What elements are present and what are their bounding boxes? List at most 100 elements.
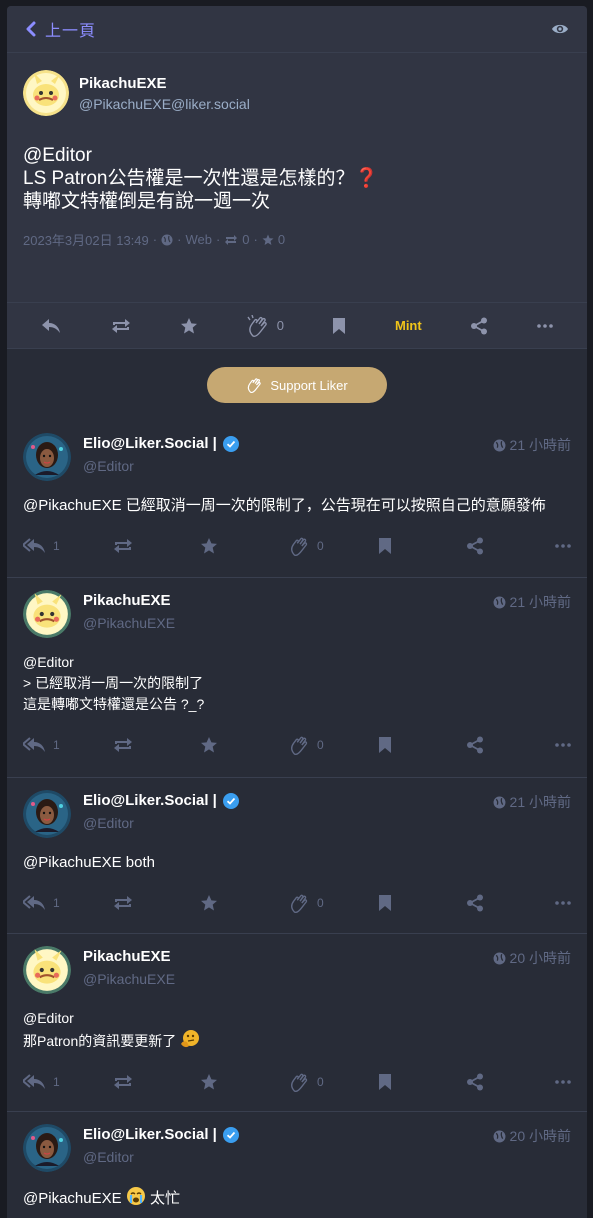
thread-column: 上一頁 PikachuEXE @PikachuEXE@liker.social …	[7, 6, 587, 1218]
display-name[interactable]: Elio@Liker.Social |	[83, 1126, 239, 1143]
status-action-bar: 1 0	[23, 526, 571, 566]
more-button[interactable]	[555, 544, 571, 548]
boost-button[interactable]	[112, 538, 201, 554]
favourite-button[interactable]	[200, 537, 289, 555]
bookmark-button[interactable]	[378, 736, 467, 754]
avatar[interactable]	[23, 433, 71, 481]
bookmark-button[interactable]	[378, 537, 467, 555]
favourite-button[interactable]	[200, 736, 289, 754]
clap-button[interactable]: 0	[289, 1072, 378, 1092]
globe-icon	[493, 596, 505, 608]
content-mention[interactable]: @Editor	[23, 144, 571, 167]
clap-count: 0	[317, 1075, 324, 1089]
star-icon	[181, 317, 198, 333]
support-liker-button[interactable]: Support Liker	[207, 367, 387, 403]
reply-count: 1	[53, 738, 60, 752]
favourite-button[interactable]	[200, 1073, 289, 1091]
reply-count: 1	[53, 896, 60, 910]
focused-action-bar: 0 Mint	[7, 302, 587, 349]
reply-all-icon	[23, 737, 45, 752]
share-icon	[467, 894, 484, 912]
clap-icon	[291, 1073, 308, 1092]
share-button[interactable]	[466, 1073, 555, 1091]
reply-button[interactable]: 1	[23, 895, 112, 911]
reply-button[interactable]	[41, 318, 61, 334]
clap-button[interactable]: 0	[289, 735, 378, 755]
bookmark-button[interactable]	[332, 317, 346, 335]
more-button[interactable]	[555, 743, 571, 747]
avatar[interactable]	[23, 590, 71, 638]
ellipsis-icon	[555, 1080, 571, 1084]
clap-button[interactable]: 0	[289, 893, 378, 913]
reply-all-icon	[23, 538, 45, 553]
boost-icon	[113, 539, 132, 553]
favourite-button[interactable]	[200, 894, 289, 912]
boost-icon	[225, 234, 238, 245]
status-time[interactable]: 21 小時前	[493, 435, 571, 455]
reply-button[interactable]: 1	[23, 737, 112, 753]
clap-icon	[248, 378, 262, 393]
username: @PikachuEXE	[83, 971, 176, 987]
fav-count: 0	[277, 232, 286, 247]
share-icon	[467, 537, 484, 555]
share-button[interactable]	[466, 736, 555, 754]
status-content: @Editor LS Patron公告權是一次性還是怎樣的？❓ 轉嘟文特權倒是有…	[23, 144, 571, 213]
mint-button[interactable]: Mint	[395, 318, 422, 333]
display-name[interactable]: Elio@Liker.Social |	[83, 792, 239, 809]
status-time[interactable]: 20 小時前	[493, 1126, 571, 1146]
separator: ·	[177, 232, 182, 247]
avatar[interactable]	[23, 946, 71, 994]
visibility-toggle[interactable]	[551, 22, 569, 36]
status-content: @PikachuEXE 太忙	[23, 1186, 571, 1209]
globe-icon	[493, 796, 505, 808]
display-name[interactable]: Elio@Liker.Social |	[83, 435, 239, 452]
reply-count: 1	[53, 539, 60, 553]
app-name: Web	[185, 232, 212, 247]
boost-button[interactable]	[112, 737, 201, 753]
more-button[interactable]	[555, 1080, 571, 1084]
share-button[interactable]	[470, 317, 488, 335]
share-button[interactable]	[466, 537, 555, 555]
avatar[interactable]	[23, 1124, 71, 1172]
support-label: Support Liker	[270, 377, 348, 393]
separator: ·	[215, 232, 221, 247]
star-icon	[201, 1074, 218, 1090]
reply-button[interactable]: 1	[23, 1074, 112, 1090]
thinking-emoji-icon	[181, 1030, 200, 1048]
boost-button[interactable]	[112, 1074, 201, 1090]
boost-button[interactable]	[112, 895, 201, 911]
question-emoji: ❓	[354, 168, 379, 189]
clap-button[interactable]: 0	[247, 314, 284, 337]
avatar[interactable]	[23, 790, 71, 838]
column-header: 上一頁	[7, 6, 587, 53]
verified-icon	[222, 792, 239, 809]
reply-status: Elio@Liker.Social | @Editor 20 小時前 @Pika…	[7, 1112, 587, 1218]
boost-button[interactable]	[110, 318, 132, 334]
focused-account[interactable]: PikachuEXE @PikachuEXE@liker.social	[23, 70, 571, 116]
more-button[interactable]	[555, 901, 571, 905]
clap-count: 0	[317, 896, 324, 910]
status-time[interactable]: 21 小時前	[493, 792, 571, 812]
display-name[interactable]: PikachuEXE	[79, 75, 250, 92]
star-icon	[262, 234, 274, 245]
bookmark-icon	[333, 317, 346, 334]
star-icon	[201, 895, 218, 911]
support-section: Support Liker	[7, 349, 587, 421]
status-date[interactable]: 2023年3月02日 13:49	[23, 230, 149, 249]
display-name[interactable]: PikachuEXE	[83, 948, 175, 965]
share-button[interactable]	[466, 894, 555, 912]
boost-icon	[113, 738, 132, 752]
status-time[interactable]: 20 小時前	[493, 948, 571, 968]
favourite-button[interactable]	[180, 317, 198, 335]
status-action-bar: 1 0	[23, 1062, 571, 1102]
avatar[interactable]	[23, 70, 69, 116]
more-button[interactable]	[536, 323, 553, 328]
status-time[interactable]: 21 小時前	[493, 592, 571, 612]
share-icon	[467, 1073, 484, 1091]
display-name[interactable]: PikachuEXE	[83, 592, 175, 609]
reply-button[interactable]: 1	[23, 538, 112, 554]
back-button[interactable]: 上一頁	[25, 17, 96, 41]
bookmark-button[interactable]	[378, 894, 467, 912]
clap-button[interactable]: 0	[289, 536, 378, 556]
bookmark-button[interactable]	[378, 1073, 467, 1091]
